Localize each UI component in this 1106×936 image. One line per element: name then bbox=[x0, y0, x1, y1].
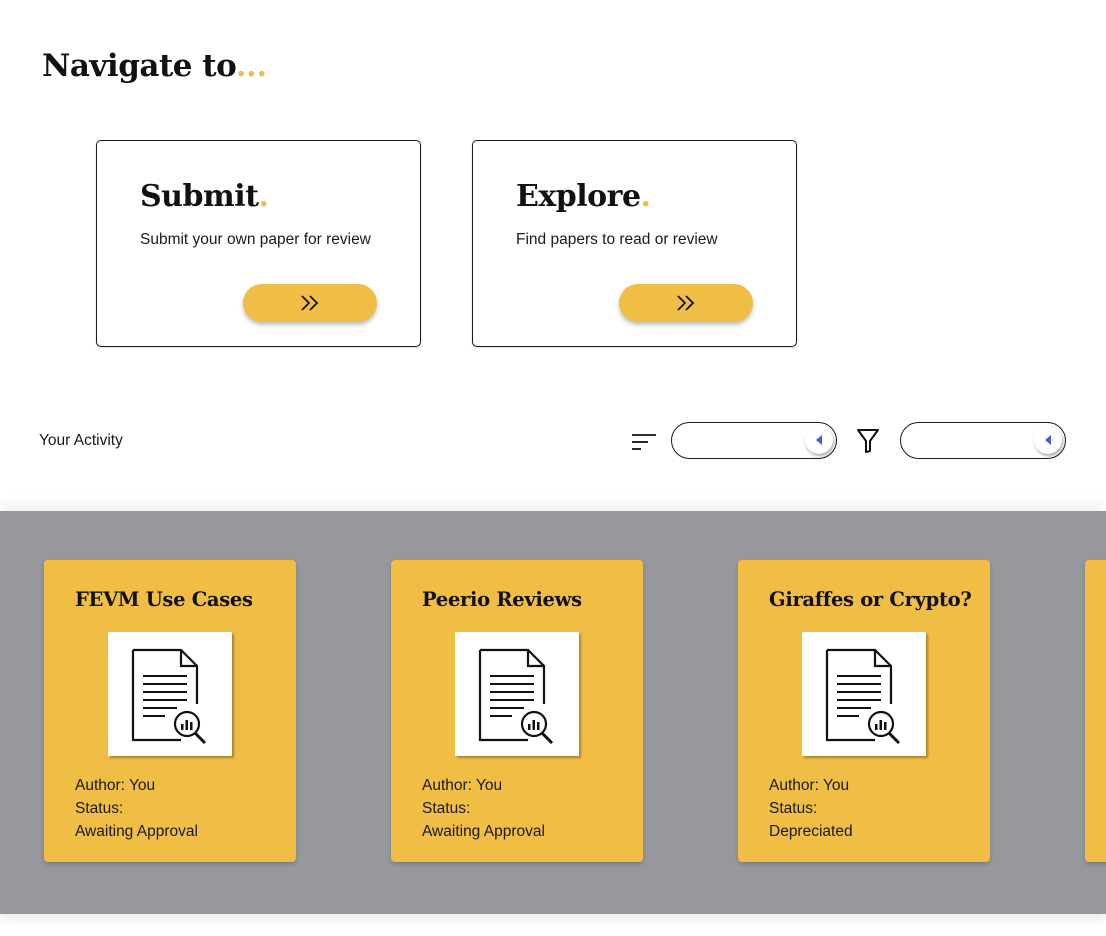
paper-status-label: Status: bbox=[422, 800, 471, 817]
filter-select-toggle[interactable] bbox=[1034, 426, 1062, 454]
paper-meta: Author: You Status: Awaiting Approval bbox=[422, 774, 545, 843]
page-title-ellipsis: ... bbox=[235, 48, 267, 84]
document-analytics-icon bbox=[131, 648, 207, 744]
page-title: Navigate to... bbox=[42, 48, 267, 84]
double-chevron-right-icon bbox=[677, 295, 695, 311]
paper-thumbnail bbox=[455, 632, 579, 756]
paper-meta: Author: You Status: Awaiting Approval bbox=[75, 774, 198, 843]
paper-card-partial[interactable] bbox=[1085, 560, 1106, 862]
paper-author: Author: You bbox=[422, 777, 503, 794]
filter-select[interactable] bbox=[900, 422, 1066, 459]
explore-card: Explore. Find papers to read or review bbox=[472, 140, 797, 347]
submit-card-title: Submit. bbox=[140, 179, 269, 214]
paper-status: Depreciated bbox=[769, 823, 853, 840]
funnel-icon[interactable] bbox=[856, 428, 880, 454]
caret-left-icon bbox=[1045, 435, 1051, 445]
paper-status: Awaiting Approval bbox=[422, 823, 545, 840]
explore-card-title-text: Explore bbox=[516, 179, 641, 214]
document-analytics-icon bbox=[478, 648, 554, 744]
submit-card: Submit. Submit your own paper for review bbox=[96, 140, 421, 347]
submit-go-button[interactable] bbox=[243, 284, 377, 322]
paper-meta: Author: You Status: Depreciated bbox=[769, 774, 853, 843]
explore-card-title: Explore. bbox=[516, 179, 651, 214]
paper-title: Giraffes or Crypto? bbox=[769, 588, 972, 611]
submit-card-title-text: Submit bbox=[140, 179, 259, 214]
submit-card-description: Submit your own paper for review bbox=[140, 231, 371, 248]
paper-title: Peerio Reviews bbox=[422, 588, 582, 611]
paper-status: Awaiting Approval bbox=[75, 823, 198, 840]
caret-left-icon bbox=[816, 435, 822, 445]
paper-card[interactable]: FEVM Use Cases Author: You Status: Await… bbox=[44, 560, 296, 862]
sort-lines-icon[interactable] bbox=[631, 432, 657, 452]
double-chevron-right-icon bbox=[301, 295, 319, 311]
explore-card-description: Find papers to read or review bbox=[516, 231, 718, 248]
paper-card[interactable]: Giraffes or Crypto? Author: You Status: … bbox=[738, 560, 990, 862]
paper-thumbnail bbox=[108, 632, 232, 756]
explore-card-title-dot: . bbox=[640, 179, 651, 214]
document-analytics-icon bbox=[825, 648, 901, 744]
paper-card[interactable]: Peerio Reviews Author: You Status: Await… bbox=[391, 560, 643, 862]
sort-select-toggle[interactable] bbox=[805, 426, 833, 454]
paper-status-label: Status: bbox=[75, 800, 124, 817]
paper-author: Author: You bbox=[769, 777, 850, 794]
sort-select[interactable] bbox=[671, 422, 837, 459]
paper-author: Author: You bbox=[75, 777, 156, 794]
page-title-text: Navigate to bbox=[42, 48, 236, 84]
explore-go-button[interactable] bbox=[619, 284, 753, 322]
submit-card-title-dot: . bbox=[258, 179, 269, 214]
activity-label: Your Activity bbox=[39, 432, 123, 449]
paper-status-label: Status: bbox=[769, 800, 818, 817]
activity-carousel[interactable]: FEVM Use Cases Author: You Status: Await… bbox=[0, 511, 1106, 914]
paper-title: FEVM Use Cases bbox=[75, 588, 253, 611]
paper-thumbnail bbox=[802, 632, 926, 756]
